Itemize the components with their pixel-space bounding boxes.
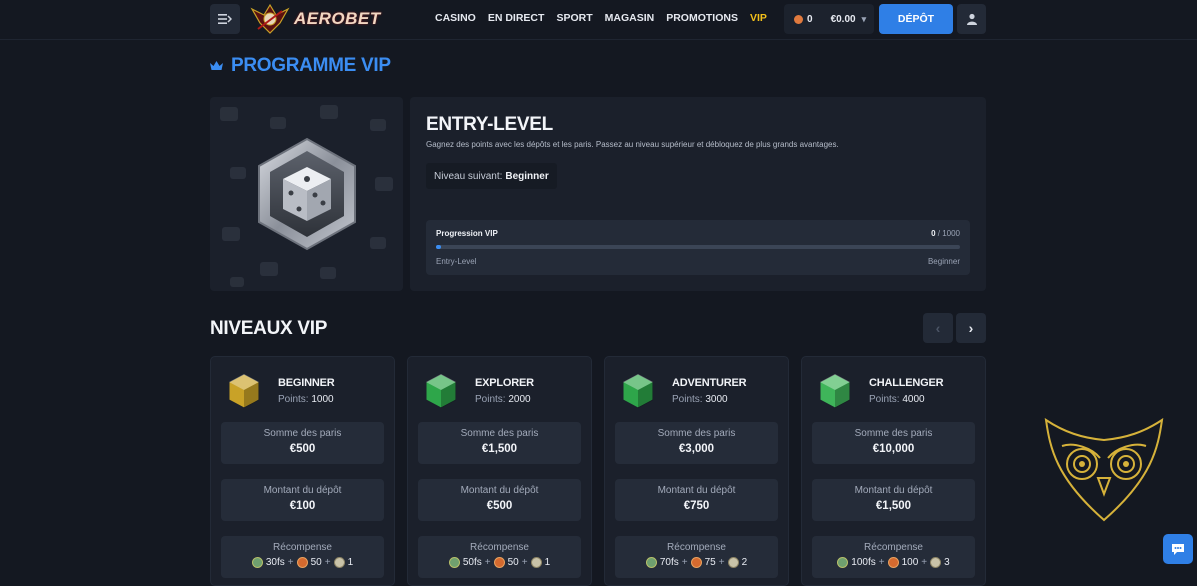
level-name: BEGINNER	[278, 377, 335, 389]
bets-sum-box: Somme des paris €500	[221, 422, 384, 464]
owl-watermark-icon	[1044, 418, 1164, 522]
next-level-label: Niveau suivant:	[434, 170, 503, 182]
level-points: Points: 3000	[672, 394, 728, 405]
dice-badge-icon	[258, 137, 356, 251]
nav-vip[interactable]: VIP	[750, 12, 767, 24]
carousel-next-button[interactable]: ›	[956, 313, 986, 343]
page-title-text: PROGRAMME VIP	[231, 55, 391, 76]
loot-box-icon	[333, 557, 345, 568]
deposit-amount-box: Montant du dépôt €100	[221, 479, 384, 521]
brand-logo[interactable]: AEROBET	[250, 3, 381, 35]
vip-level-card[interactable]: EXPLORER Points: 2000 Somme des paris €1,…	[407, 356, 592, 586]
bets-sum-box: Somme des paris €3,000	[615, 422, 778, 464]
deposit-amount-box: Montant du dépôt €500	[418, 479, 581, 521]
next-level-chip: Niveau suivant: Beginner	[426, 163, 557, 189]
level-name: ADVENTURER	[672, 377, 747, 389]
coin-balance: 0	[807, 13, 813, 25]
level-points: Points: 1000	[278, 394, 334, 405]
vip-progress-box: Progression VIP 0 / 1000 Entry-Level Beg…	[426, 220, 970, 275]
points-coin-icon	[296, 557, 308, 568]
points-coin-icon	[887, 557, 899, 568]
vip-badge-panel	[210, 97, 403, 291]
progress-count: 0 / 1000	[931, 229, 960, 238]
loot-box-icon	[727, 557, 739, 568]
menu-toggle-button[interactable]	[210, 4, 240, 34]
chevron-down-icon: ▾	[861, 13, 867, 24]
progress-label: Progression VIP	[436, 229, 498, 238]
progress-total: / 1000	[937, 229, 960, 238]
deposit-button[interactable]: DÉPÔT	[879, 4, 953, 34]
reward-box: Récompense 70fs +75 +2	[615, 536, 778, 578]
nav-sport[interactable]: SPORT	[556, 12, 592, 24]
level-gem-icon	[425, 373, 457, 409]
nav-en-direct[interactable]: EN DIRECT	[488, 12, 545, 24]
free-spins-icon	[645, 557, 657, 568]
level-points: Points: 4000	[869, 394, 925, 405]
user-account-button[interactable]	[957, 4, 986, 34]
current-level-title: ENTRY-LEVEL	[426, 114, 553, 135]
free-spins-icon	[837, 557, 849, 568]
vip-level-card[interactable]: ADVENTURER Points: 3000 Somme des paris €…	[604, 356, 789, 586]
nav-magasin[interactable]: MAGASIN	[605, 12, 655, 24]
loot-box-icon	[530, 557, 542, 568]
vip-level-card[interactable]: BEGINNER Points: 1000 Somme des paris €50…	[210, 356, 395, 586]
nav-promotions[interactable]: PROMOTIONS	[666, 12, 738, 24]
deposit-amount-box: Montant du dépôt €1,500	[812, 479, 975, 521]
progress-track	[436, 245, 960, 249]
level-name: CHALLENGER	[869, 377, 944, 389]
user-icon	[966, 13, 977, 25]
reward-box: Récompense 100fs +100 +3	[812, 536, 975, 578]
cash-balance: €0.00	[830, 13, 856, 25]
level-gem-icon	[228, 373, 260, 409]
progress-current: 0	[931, 229, 936, 238]
current-level-description: Gagnez des points avec les dépôts et les…	[426, 140, 839, 149]
free-spins-icon	[448, 557, 460, 568]
nav-casino[interactable]: CASINO	[435, 12, 476, 24]
vip-levels-carousel: BEGINNER Points: 1000 Somme des paris €50…	[210, 356, 986, 586]
vip-level-card[interactable]: CHALLENGER Points: 4000 Somme des paris €…	[801, 356, 986, 586]
page-title: PROGRAMME VIP	[210, 55, 391, 77]
current-level-panel: ENTRY-LEVEL Gagnez des points avec les d…	[410, 97, 986, 291]
level-gem-icon	[622, 373, 654, 409]
vip-levels-title: NIVEAUX VIP	[210, 318, 328, 339]
crown-icon	[210, 61, 223, 70]
coin-icon	[794, 14, 803, 24]
carousel-prev-button[interactable]: ‹	[923, 313, 953, 343]
progress-fill	[436, 245, 442, 249]
points-coin-icon	[690, 557, 702, 568]
bets-sum-box: Somme des paris €10,000	[812, 422, 975, 464]
top-bar: AEROBET CASINO EN DIRECT SPORT MAGASIN P…	[0, 0, 1197, 40]
wallet-dropdown[interactable]: 0 €0.00 ▾	[784, 4, 874, 34]
points-coin-icon	[493, 557, 505, 568]
chat-support-icon	[1172, 544, 1184, 555]
chevron-right-icon: ›	[968, 320, 974, 336]
reward-box: Récompense 50fs +50 +1	[418, 536, 581, 578]
progress-from-label: Entry-Level	[436, 257, 477, 266]
level-name: EXPLORER	[475, 377, 534, 389]
level-points: Points: 2000	[475, 394, 531, 405]
main-nav: CASINO EN DIRECT SPORT MAGASIN PROMOTION…	[435, 12, 767, 24]
brand-emblem-icon	[250, 3, 290, 34]
next-level-value: Beginner	[505, 170, 549, 182]
menu-toggle-icon	[218, 14, 232, 24]
bets-sum-box: Somme des paris €1,500	[418, 422, 581, 464]
reward-box: Récompense 30fs +50 +1	[221, 536, 384, 578]
level-gem-icon	[819, 373, 851, 409]
progress-to-label: Beginner	[927, 257, 960, 266]
brand-name: AEROBET	[294, 9, 381, 28]
loot-box-icon	[930, 557, 942, 568]
support-chat-button[interactable]	[1163, 534, 1193, 564]
free-spins-icon	[251, 557, 263, 568]
chevron-left-icon: ‹	[935, 320, 941, 336]
deposit-amount-box: Montant du dépôt €750	[615, 479, 778, 521]
